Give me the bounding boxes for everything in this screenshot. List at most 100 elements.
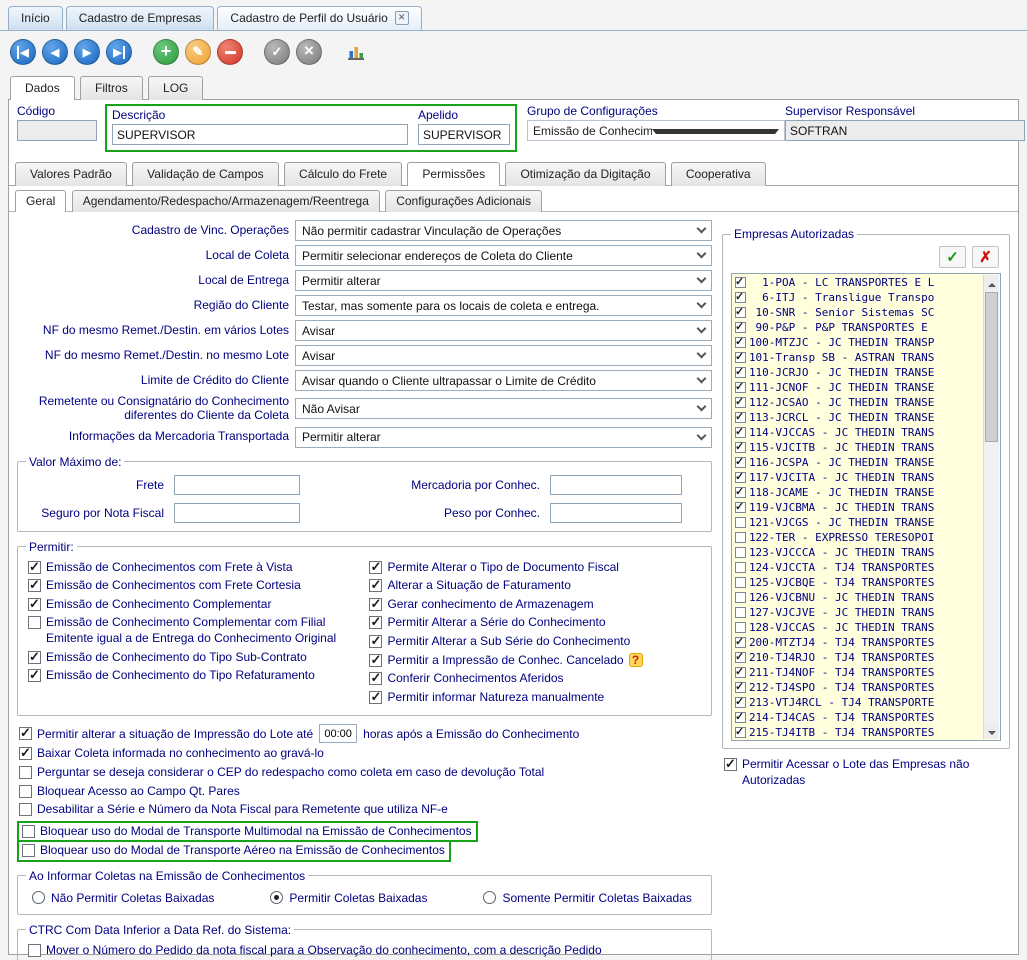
checkbox[interactable] xyxy=(369,691,382,704)
checkbox[interactable] xyxy=(28,944,41,957)
checkbox[interactable] xyxy=(369,616,382,629)
lote-time-input[interactable] xyxy=(319,724,357,743)
company-row[interactable]: 127-VJCJVE - JC THEDIN TRANS xyxy=(733,605,983,620)
checkbox-row[interactable]: Emissão de Conhecimentos com Frete à Vis… xyxy=(26,560,361,576)
supervisor-input[interactable] xyxy=(785,120,1025,141)
scroll-thumb[interactable] xyxy=(985,292,998,442)
checkbox[interactable] xyxy=(369,672,382,685)
first-record-button[interactable] xyxy=(10,39,36,65)
tab[interactable]: Valores Padrão xyxy=(15,162,127,186)
last-record-button[interactable] xyxy=(106,39,132,65)
company-row[interactable]: 215-TJ4ITB - TJ4 TRANSPORTES xyxy=(733,725,983,739)
checkbox-row[interactable]: Gerar conhecimento de Armazenagem ? xyxy=(367,597,702,613)
company-checkbox[interactable] xyxy=(735,727,746,738)
company-checkbox[interactable] xyxy=(735,607,746,618)
footer-checkbox[interactable] xyxy=(724,758,737,771)
checkbox[interactable] xyxy=(369,654,382,667)
company-row[interactable]: 6-ITJ - Transligue Transpo xyxy=(733,290,983,305)
company-row[interactable]: 115-VJCITB - JC THEDIN TRANS xyxy=(733,440,983,455)
next-record-button[interactable] xyxy=(74,39,100,65)
company-row[interactable]: 112-JCSAO - JC THEDIN TRANSE xyxy=(733,395,983,410)
window-tab[interactable]: Início xyxy=(8,6,63,30)
chart-button[interactable] xyxy=(343,39,369,65)
checkbox[interactable] xyxy=(28,579,41,592)
dropdown-select[interactable]: Avisar xyxy=(295,320,712,341)
tab[interactable]: Permissões xyxy=(407,162,500,186)
checkbox-row[interactable]: Permitir Alterar a Série do Conhecimento… xyxy=(367,615,702,631)
close-tab-icon[interactable] xyxy=(395,11,409,25)
company-checkbox[interactable] xyxy=(735,442,746,453)
checkbox[interactable] xyxy=(22,844,35,857)
tab[interactable]: Otimização da Digitação xyxy=(505,162,665,186)
delete-record-button[interactable] xyxy=(217,39,243,65)
checkbox[interactable] xyxy=(28,651,41,664)
checkbox[interactable] xyxy=(28,598,41,611)
descricao-input[interactable] xyxy=(112,124,408,145)
company-checkbox[interactable] xyxy=(735,562,746,573)
company-row[interactable]: 113-JCRCL - JC THEDIN TRANSE xyxy=(733,410,983,425)
company-row[interactable]: 10-SNR - Senior Sistemas SC xyxy=(733,305,983,320)
dropdown-select[interactable]: Não permitir cadastrar Vinculação de Ope… xyxy=(295,220,712,241)
company-row[interactable]: 211-TJ4NOF - TJ4 TRANSPORTES xyxy=(733,665,983,680)
company-checkbox[interactable] xyxy=(735,532,746,543)
cancel-button[interactable] xyxy=(296,39,322,65)
checkbox[interactable] xyxy=(369,579,382,592)
company-row[interactable]: 213-VTJ4RCL - TJ4 TRANSPORTE xyxy=(733,695,983,710)
company-row[interactable]: 126-VJCBNU - JC THEDIN TRANS xyxy=(733,590,983,605)
company-row[interactable]: 200-MTZTJ4 - TJ4 TRANSPORTES xyxy=(733,635,983,650)
lote-checkbox[interactable] xyxy=(19,727,32,740)
scroll-down-arrow[interactable] xyxy=(984,724,999,739)
help-icon[interactable]: ? xyxy=(629,653,643,667)
company-row[interactable]: 210-TJ4RJO - TJ4 TRANSPORTES xyxy=(733,650,983,665)
dropdown-select[interactable]: Avisar quando o Cliente ultrapassar o Li… xyxy=(295,370,712,391)
checkbox-row[interactable]: Permite Alterar o Tipo de Documento Fisc… xyxy=(367,560,702,576)
checkbox-row[interactable]: Emissão de Conhecimentos com Frete Corte… xyxy=(26,578,361,594)
company-row[interactable]: 90-P&P - P&P TRANSPORTES E xyxy=(733,320,983,335)
checkbox[interactable] xyxy=(28,669,41,682)
scrollbar[interactable] xyxy=(983,275,999,739)
company-checkbox[interactable] xyxy=(735,412,746,423)
radio-option[interactable]: Somente Permitir Coletas Baixadas xyxy=(483,891,691,905)
checkbox-row[interactable]: Bloquear Acesso ao Campo Qt. Pares ? xyxy=(17,784,712,800)
company-checkbox[interactable] xyxy=(735,667,746,678)
company-checkbox[interactable] xyxy=(735,322,746,333)
checkbox-row[interactable]: Alterar a Situação de Faturamento ? xyxy=(367,578,702,594)
checkbox-row[interactable]: Emissão de Conhecimento do Tipo Sub-Cont… xyxy=(26,650,361,666)
company-checkbox[interactable] xyxy=(735,382,746,393)
checkbox-row[interactable]: Permitir a Impressão de Conhec. Cancelad… xyxy=(367,653,702,669)
checkbox-row[interactable]: Bloquear uso do Modal de Transporte Aére… xyxy=(17,840,451,862)
checkbox-row[interactable]: Emissão de Conhecimento Complementar com… xyxy=(26,615,361,646)
company-checkbox[interactable] xyxy=(735,487,746,498)
company-row[interactable]: 122-TER - EXPRESSO TERESOPOI xyxy=(733,530,983,545)
company-row[interactable]: 110-JCRJO - JC THEDIN TRANSE xyxy=(733,365,983,380)
checkbox[interactable] xyxy=(28,561,41,574)
company-row[interactable]: 111-JCNOF - JC THEDIN TRANSE xyxy=(733,380,983,395)
apelido-input[interactable] xyxy=(418,124,510,145)
company-checkbox[interactable] xyxy=(735,502,746,513)
checkbox[interactable] xyxy=(19,766,32,779)
tab[interactable]: Cálculo do Frete xyxy=(284,162,402,186)
company-checkbox[interactable] xyxy=(735,652,746,663)
company-checkbox[interactable] xyxy=(735,352,746,363)
checkbox[interactable] xyxy=(369,598,382,611)
dropdown-select[interactable]: Permitir alterar xyxy=(295,427,712,448)
company-row[interactable]: 100-MTZJC - JC THEDIN TRANSP xyxy=(733,335,983,350)
window-tab[interactable]: Cadastro de Perfil do Usuário xyxy=(217,6,421,30)
dropdown-select[interactable]: Não Avisar xyxy=(295,398,712,419)
company-row[interactable]: 123-VJCCCA - JC THEDIN TRANS xyxy=(733,545,983,560)
company-checkbox[interactable] xyxy=(735,292,746,303)
company-checkbox[interactable] xyxy=(735,427,746,438)
company-row[interactable]: 214-TJ4CAS - TJ4 TRANSPORTES xyxy=(733,710,983,725)
checkbox-row[interactable]: Mover o Número do Pedido da nota fiscal … xyxy=(26,943,703,959)
peso-input[interactable] xyxy=(550,503,682,523)
company-checkbox[interactable] xyxy=(735,637,746,648)
window-tab[interactable]: Cadastro de Empresas xyxy=(66,6,215,30)
radio-button[interactable] xyxy=(32,891,45,904)
frete-input[interactable] xyxy=(174,475,300,495)
company-checkbox[interactable] xyxy=(735,592,746,603)
company-row[interactable]: 212-TJ4SPO - TJ4 TRANSPORTES xyxy=(733,680,983,695)
company-checkbox[interactable] xyxy=(735,547,746,558)
add-record-button[interactable] xyxy=(153,39,179,65)
company-row[interactable]: 116-JCSPA - JC THEDIN TRANSE xyxy=(733,455,983,470)
company-checkbox[interactable] xyxy=(735,577,746,588)
